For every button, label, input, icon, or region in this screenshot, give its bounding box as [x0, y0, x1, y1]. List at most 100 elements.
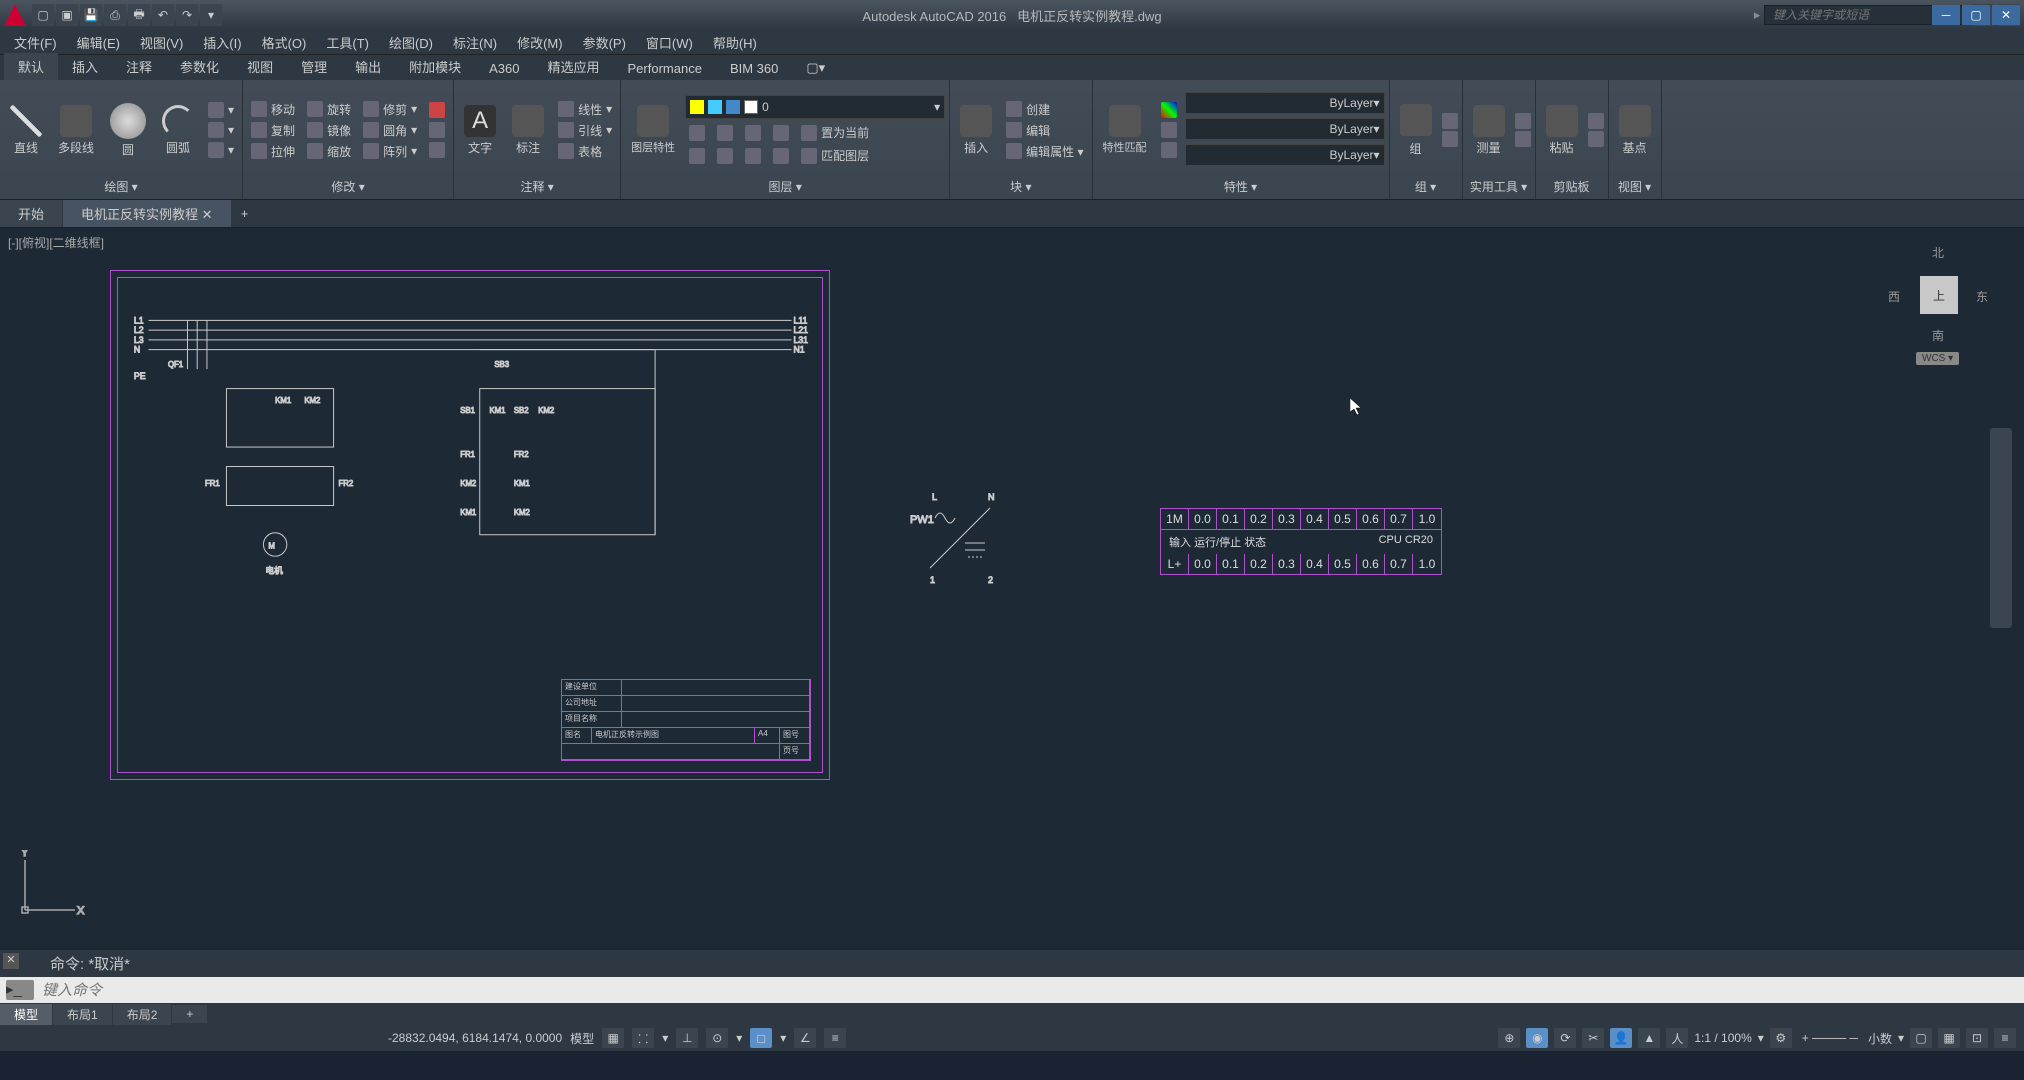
viewcube-top[interactable]: 上 — [1920, 276, 1958, 314]
panel-layers-title[interactable]: 图层 ▾ — [625, 176, 945, 195]
menu-dim[interactable]: 标注(N) — [443, 31, 507, 54]
polyline-button[interactable]: 多段线 — [52, 105, 100, 156]
modify-extra-1[interactable] — [425, 101, 449, 119]
layout-tab-2[interactable]: 布局2 — [113, 1004, 172, 1025]
menu-window[interactable]: 窗口(W) — [636, 31, 703, 54]
ribbon-tab-output[interactable]: 输出 — [341, 53, 395, 80]
qat-open-icon[interactable]: ▣ — [56, 4, 78, 26]
editattr-button[interactable]: 编辑属性 ▾ — [1002, 142, 1087, 161]
util-icon-2[interactable] — [1515, 131, 1531, 147]
group-button[interactable]: 组 ▾组 — [1394, 104, 1438, 157]
util-icon-1[interactable] — [1515, 113, 1531, 129]
viewcube-w[interactable]: 西 — [1888, 288, 1900, 305]
propcolor-icon[interactable] — [1157, 101, 1181, 119]
units-label[interactable]: 小数 — [1868, 1030, 1892, 1047]
stretch-button[interactable]: 拉伸 — [247, 142, 299, 161]
panel-block-title[interactable]: 块 ▾ — [954, 176, 1087, 195]
lineweight-bylayer-dropdown[interactable]: ByLayer ▾ — [1185, 118, 1385, 140]
trim-button[interactable]: 修剪 ▾ — [359, 100, 421, 119]
propline-icon[interactable] — [1157, 141, 1181, 159]
ribbon-tab-param[interactable]: 参数化 — [166, 53, 233, 80]
array-button[interactable]: 阵列 ▾ — [359, 142, 421, 161]
menu-tools[interactable]: 工具(T) — [316, 31, 379, 54]
sb-icon-4[interactable]: ✂ — [1582, 1028, 1604, 1048]
qat-new-icon[interactable]: ▢ — [32, 4, 54, 26]
viewport-label[interactable]: [-][俯视][二维线框] — [8, 234, 104, 251]
viewcube-s[interactable]: 南 — [1932, 327, 1944, 344]
maximize-button[interactable]: ▢ — [1962, 5, 1990, 25]
lineweight-icon[interactable]: ≡ — [824, 1028, 846, 1048]
sb-icon-8[interactable]: ▢ — [1910, 1028, 1932, 1048]
circle-button[interactable]: 圆 — [104, 103, 152, 158]
ribbon-tab-perf[interactable]: Performance — [614, 57, 716, 80]
paste-button[interactable]: 粘贴 — [1540, 105, 1584, 156]
linetype-bylayer-dropdown[interactable]: ByLayer ▾ — [1185, 144, 1385, 166]
viewcube-wcs[interactable]: WCS ▾ — [1916, 352, 1959, 365]
sb-icon-1[interactable]: ⊕ — [1498, 1028, 1520, 1048]
sb-icon-10[interactable]: ⊡ — [1966, 1028, 1988, 1048]
panel-group-title[interactable]: 组 ▾ — [1394, 176, 1458, 195]
menu-help[interactable]: 帮助(H) — [703, 31, 767, 54]
ribbon-tab-insert[interactable]: 插入 — [58, 53, 112, 80]
panel-annotate-title[interactable]: 注释 ▾ — [458, 176, 616, 195]
text-button[interactable]: A文字 — [458, 105, 502, 156]
ribbon-tab-view[interactable]: 视图 — [233, 53, 287, 80]
annoscale[interactable]: 1:1 / 100% — [1694, 1031, 1751, 1045]
minimize-button[interactable]: ─ — [1932, 5, 1960, 25]
draw-small-2[interactable]: ▾ — [204, 121, 238, 139]
menu-format[interactable]: 格式(O) — [252, 31, 317, 54]
leader-button[interactable]: 引线 ▾ — [554, 121, 616, 140]
ribbon-tab-manage[interactable]: 管理 — [287, 53, 341, 80]
panel-props-title[interactable]: 特性 ▾ — [1097, 176, 1385, 195]
qat-saveas-icon[interactable]: ⎙ — [104, 4, 126, 26]
proplayer-icon[interactable] — [1157, 121, 1181, 139]
modify-extra-2[interactable] — [425, 121, 449, 139]
sb-icon-9[interactable]: ▦ — [1938, 1028, 1960, 1048]
matchprops-button[interactable]: 特性匹配 — [1097, 105, 1153, 155]
line-button[interactable]: 直线 — [4, 105, 48, 156]
navigation-bar[interactable] — [1990, 428, 2012, 628]
ribbon-tab-featured[interactable]: 精选应用 — [534, 53, 614, 80]
menu-insert[interactable]: 插入(I) — [193, 31, 251, 54]
customize-icon[interactable]: ≡ — [1994, 1028, 2016, 1048]
doc-tab-start[interactable]: 开始 — [0, 200, 62, 227]
sb-icon-5[interactable]: 👤 — [1610, 1028, 1632, 1048]
draw-small-3[interactable]: ▾ — [204, 141, 238, 159]
cmd-close-icon[interactable]: ✕ — [3, 953, 19, 969]
qat-undo-icon[interactable]: ↶ — [152, 4, 174, 26]
command-input[interactable] — [42, 982, 2018, 999]
dim-button[interactable]: 标注 — [506, 105, 550, 156]
group-icon-2[interactable] — [1442, 131, 1458, 147]
arc-button[interactable]: 圆弧 — [156, 105, 200, 156]
layerstate-1[interactable] — [685, 123, 709, 142]
ribbon-tab-addon[interactable]: 附加模块 — [395, 53, 475, 80]
qat-dropdown-icon[interactable]: ▾ — [200, 4, 222, 26]
layerstate-7[interactable] — [741, 146, 765, 165]
sb-gear-icon[interactable]: ⚙ — [1770, 1028, 1792, 1048]
viewcube-e[interactable]: 东 — [1976, 288, 1988, 305]
modify-extra-3[interactable] — [425, 141, 449, 159]
ribbon-tab-default[interactable]: 默认 — [4, 53, 58, 80]
sb-icon-6[interactable]: ▲ — [1638, 1028, 1660, 1048]
move-button[interactable]: 移动 — [247, 100, 299, 119]
panel-modify-title[interactable]: 修改 ▾ — [247, 176, 449, 195]
layerstate-3[interactable] — [741, 123, 765, 142]
qat-print-icon[interactable]: 🖶 — [128, 4, 150, 26]
sb-icon-7[interactable]: 人 — [1666, 1028, 1688, 1048]
polar-icon[interactable]: ⊙ — [706, 1028, 728, 1048]
menu-edit[interactable]: 编辑(E) — [67, 31, 130, 54]
base-button[interactable]: 基点 — [1613, 105, 1657, 156]
rotate-button[interactable]: 旋转 — [303, 100, 355, 119]
layout-tab-1[interactable]: 布局1 — [53, 1004, 112, 1025]
matchlayer-button[interactable]: 匹配图层 — [797, 146, 873, 165]
insert-block-button[interactable]: 插入 — [954, 105, 998, 156]
ribbon-tab-a360[interactable]: A360 — [475, 57, 533, 80]
sb-icon-3[interactable]: ⟳ — [1554, 1028, 1576, 1048]
menu-draw[interactable]: 绘图(D) — [379, 31, 443, 54]
layerstate-4[interactable] — [769, 123, 793, 142]
panel-clip-title[interactable]: 剪贴板 — [1540, 176, 1604, 195]
group-icon-1[interactable] — [1442, 113, 1458, 129]
layerstate-8[interactable] — [769, 146, 793, 165]
otrack-icon[interactable]: ∠ — [794, 1028, 816, 1048]
menu-param[interactable]: 参数(P) — [573, 31, 636, 54]
